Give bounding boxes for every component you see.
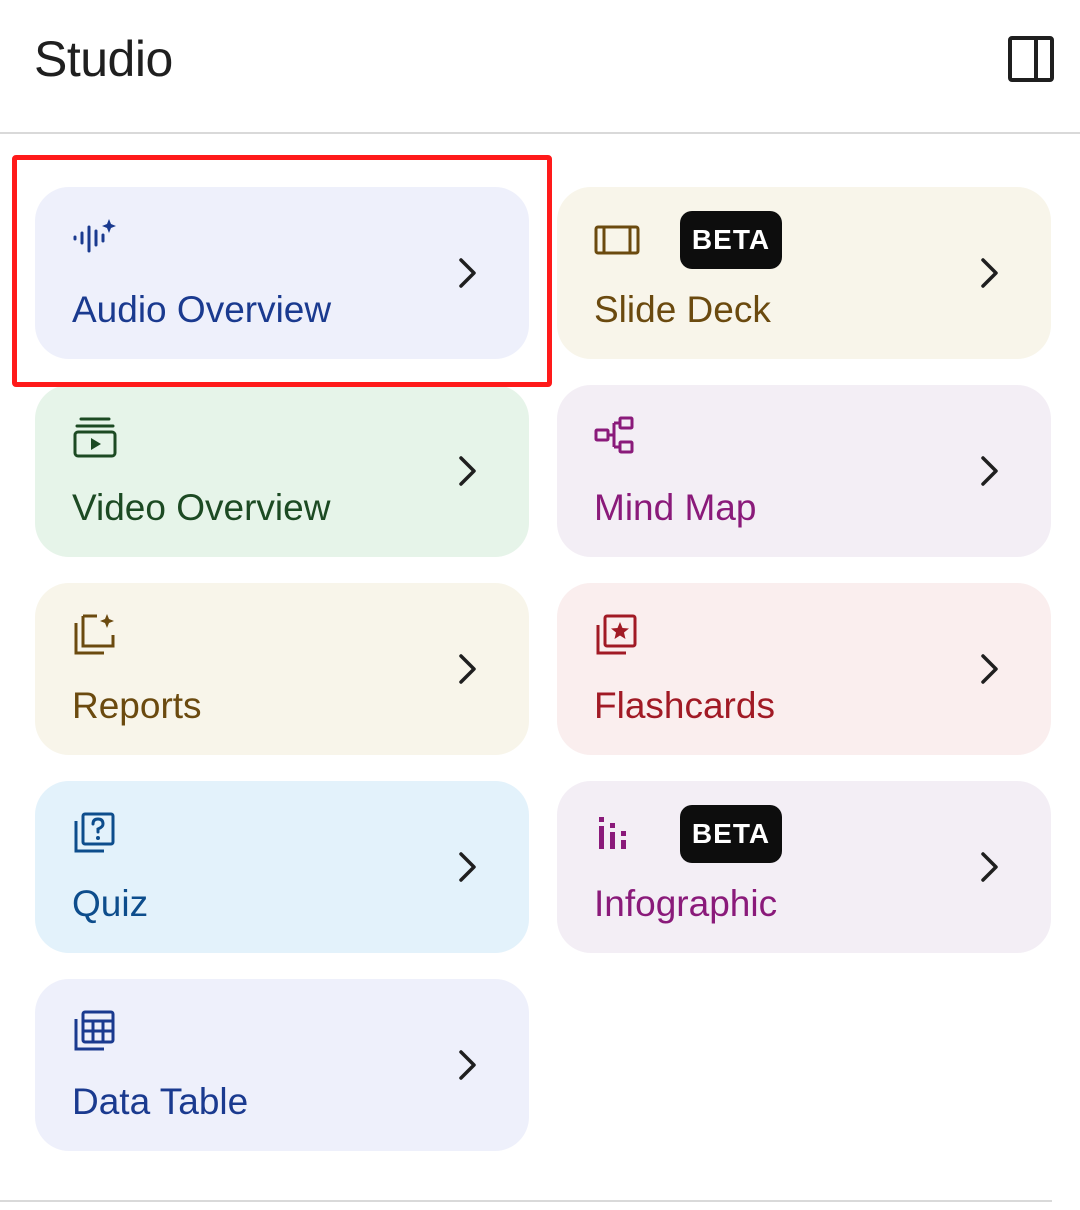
video-stack-icon [73,417,117,458]
reports-card[interactable]: Reports [35,583,529,755]
mind-map-card[interactable]: Mind Map [557,385,1051,557]
audio-waveform-sparkle-icon [73,219,116,253]
chevron-right-icon [459,654,476,684]
chevron-right-icon [459,1050,476,1080]
chevron-right-icon [981,852,998,882]
card-label: Quiz [72,883,149,924]
side-panel-icon[interactable] [1006,34,1056,84]
audio-overview-card[interactable]: Audio Overview [35,187,529,359]
studio-header: Studio [0,0,1080,134]
data-table-icon [74,1010,115,1051]
card-label: Video Overview [72,487,331,528]
data-table-card[interactable]: Data Table [35,979,529,1151]
page-title: Studio [34,31,173,87]
infographic-card[interactable]: BETA Infographic [557,781,1051,953]
infographic-icon [599,817,626,849]
flashcards-icon [596,614,637,655]
chevron-right-icon [459,456,476,486]
mind-map-icon [594,416,634,454]
card-label: Slide Deck [594,289,771,330]
slide-deck-card[interactable]: BETA Slide Deck [557,187,1051,359]
bottom-divider [0,1200,1052,1202]
chevron-right-icon [981,258,998,288]
chevron-right-icon [459,852,476,882]
card-label: Mind Map [594,487,757,528]
beta-badge: BETA [680,805,782,863]
chevron-right-icon [459,258,476,288]
chevron-right-icon [981,456,998,486]
card-label: Flashcards [594,685,775,726]
chevron-right-icon [981,654,998,684]
flashcards-card[interactable]: Flashcards [557,583,1051,755]
card-label: Reports [72,685,202,726]
card-label: Audio Overview [72,289,332,330]
reports-sparkle-icon [74,614,115,655]
video-overview-card[interactable]: Video Overview [35,385,529,557]
card-label: Infographic [594,883,778,924]
slides-icon [594,225,640,255]
quiz-card[interactable]: Quiz [35,781,529,953]
card-label: Data Table [72,1081,249,1122]
quiz-icon [74,812,115,853]
beta-badge: BETA [680,211,782,269]
